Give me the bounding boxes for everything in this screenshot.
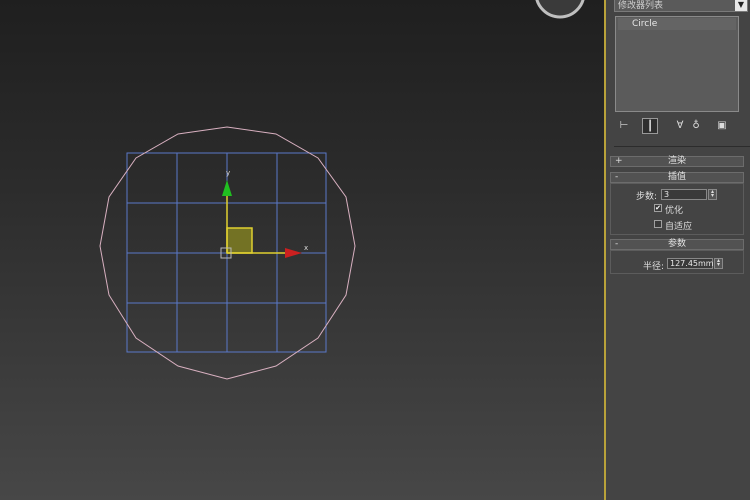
axis-x-label: x — [304, 244, 308, 252]
viewcube-home-icon[interactable] — [534, 0, 586, 22]
axis-y-label: y — [226, 169, 230, 177]
rollout-parameters-toggle: - — [615, 239, 619, 249]
rollout-interpolation-toggle: - — [615, 172, 619, 182]
steps-input[interactable]: 3 — [661, 189, 707, 200]
radius-input[interactable]: 127.45mm — [667, 258, 714, 269]
modifier-stack-list[interactable]: Circle — [615, 16, 739, 112]
radius-label: 半径: — [643, 262, 665, 272]
rollout-interpolation-title: 插值 — [667, 172, 686, 182]
radius-spinner-arrows[interactable]: ▴ ▾ — [714, 258, 723, 269]
rollout-interpolation-body: 步数: 3 ▴ ▾ ✔ 优化 自适应 — [610, 183, 744, 235]
rollout-parameters-title: 参数 — [667, 239, 686, 249]
rollout-render-title: 渲染 — [667, 156, 686, 166]
stack-toolbar: ⊢ ┃ ∀ ♁ ▣ — [616, 118, 740, 134]
rollout-parameters-body: 半径: 127.45mm ▴ ▾ — [610, 250, 744, 274]
gizmo-y-arrow[interactable] — [222, 180, 232, 196]
configure-modifier-sets-icon[interactable]: ▣ — [714, 118, 730, 134]
adaptive-checkbox[interactable] — [654, 220, 662, 228]
steps-spinner-arrows[interactable]: ▴ ▾ — [708, 189, 717, 200]
move-gizmo[interactable]: y x — [220, 169, 308, 259]
perspective-viewport[interactable]: y x — [0, 0, 604, 500]
optimize-checkbox[interactable]: ✔ — [654, 204, 662, 212]
pin-stack-icon[interactable]: ⊢ — [616, 118, 632, 134]
modifier-list-dropdown[interactable]: 修改器列表 ▼ — [614, 0, 748, 12]
chevron-down-icon[interactable]: ▼ — [735, 0, 747, 11]
rollout-render-header[interactable]: + 渲染 — [610, 156, 744, 167]
make-unique-icon[interactable]: ∀ — [672, 118, 688, 134]
viewport-canvas[interactable]: y x — [0, 0, 604, 500]
remove-modifier-icon[interactable]: ♁ — [688, 118, 704, 134]
rollout-parameters-header[interactable]: - 参数 — [610, 239, 744, 250]
adaptive-label: 自适应 — [665, 222, 693, 232]
gizmo-x-arrow[interactable] — [285, 248, 302, 258]
rollout-interpolation-header[interactable]: - 插值 — [610, 172, 744, 183]
command-panel: 修改器列表 ▼ Circle ⊢ ┃ ∀ ♁ ▣ + 渲染 - 插值 步数: 3… — [606, 0, 750, 500]
stack-item-circle[interactable]: Circle — [618, 18, 736, 30]
steps-label: 步数: — [636, 192, 658, 202]
optimize-label: 优化 — [665, 206, 684, 216]
rollout-render-toggle: + — [615, 156, 623, 166]
show-end-result-icon[interactable]: ┃ — [642, 118, 658, 134]
panel-divider — [614, 146, 750, 147]
modifier-list-label: 修改器列表 — [618, 1, 664, 11]
